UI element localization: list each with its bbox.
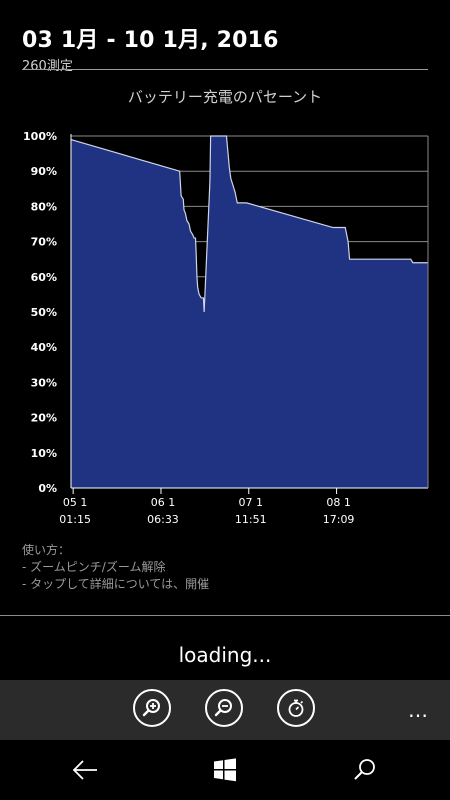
- x-tick-time-label: 01:15: [59, 513, 91, 526]
- usage-hints: 使い方： - ズームピンチ/ズーム解除 - タップして詳細については、開催: [22, 542, 209, 593]
- zoom-out-button[interactable]: [205, 689, 243, 727]
- y-tick-label: 60%: [31, 271, 57, 284]
- y-tick-label: 0%: [38, 482, 57, 495]
- usage-heading: 使い方：: [22, 543, 71, 557]
- x-tick-date-label: 07 1: [239, 496, 264, 509]
- back-button[interactable]: [69, 754, 101, 786]
- loading-status: loading...: [178, 643, 272, 667]
- header-divider: [22, 69, 428, 70]
- battery-chart[interactable]: バッテリー充電のパセーント 0% 10% 20% 30% 40% 50% 60% 70% 80%…: [0, 78, 450, 528]
- x-tick-time-label: 11:51: [235, 513, 267, 526]
- y-tick-label: 20%: [31, 412, 57, 425]
- usage-hint-pinch: - ズームピンチ/ズーム解除: [22, 560, 166, 574]
- windows-logo-icon: [214, 758, 236, 782]
- usage-hint-tap: - タップして詳細については、開催: [22, 577, 210, 591]
- zoom-in-button[interactable]: [133, 689, 171, 727]
- stopwatch-icon: [288, 699, 304, 717]
- divider: [0, 615, 450, 616]
- y-tick-label: 100%: [23, 130, 57, 143]
- x-tick-date-label: 08 1: [326, 496, 351, 509]
- search-icon: [354, 759, 375, 780]
- y-tick-label: 50%: [31, 306, 57, 319]
- x-tick-time-label: 06:33: [147, 513, 179, 526]
- x-tick-date-label: 06 1: [151, 496, 176, 509]
- date-range-title: 03 1月 - 10 1月, 2016: [22, 28, 279, 53]
- x-tick-time-label: 17:09: [323, 513, 355, 526]
- y-tick-label: 40%: [31, 341, 57, 354]
- zoom-out-icon: [214, 699, 232, 717]
- more-options-button[interactable]: …: [408, 698, 430, 722]
- measurement-count: 260測定: [22, 59, 73, 74]
- y-tick-label: 80%: [31, 200, 57, 213]
- system-nav-bar: [0, 740, 450, 800]
- chart-title: バッテリー充電のパセーント: [128, 88, 322, 106]
- battery-area-fill: [71, 136, 428, 488]
- page-header: 03 1月 - 10 1月, 2016 260測定: [22, 22, 428, 74]
- y-tick-label: 90%: [31, 165, 57, 178]
- search-button[interactable]: [349, 754, 381, 786]
- start-button[interactable]: [209, 754, 241, 786]
- y-tick-label: 30%: [31, 376, 57, 389]
- chart-plot: [70, 135, 428, 488]
- back-arrow-icon: [72, 760, 97, 780]
- app-bar: …: [0, 680, 450, 740]
- y-tick-label: 10%: [31, 447, 57, 460]
- reset-zoom-button[interactable]: [277, 689, 315, 727]
- x-tick-date-label: 05 1: [63, 496, 88, 509]
- zoom-in-icon: [142, 699, 160, 717]
- y-tick-label: 70%: [31, 236, 57, 249]
